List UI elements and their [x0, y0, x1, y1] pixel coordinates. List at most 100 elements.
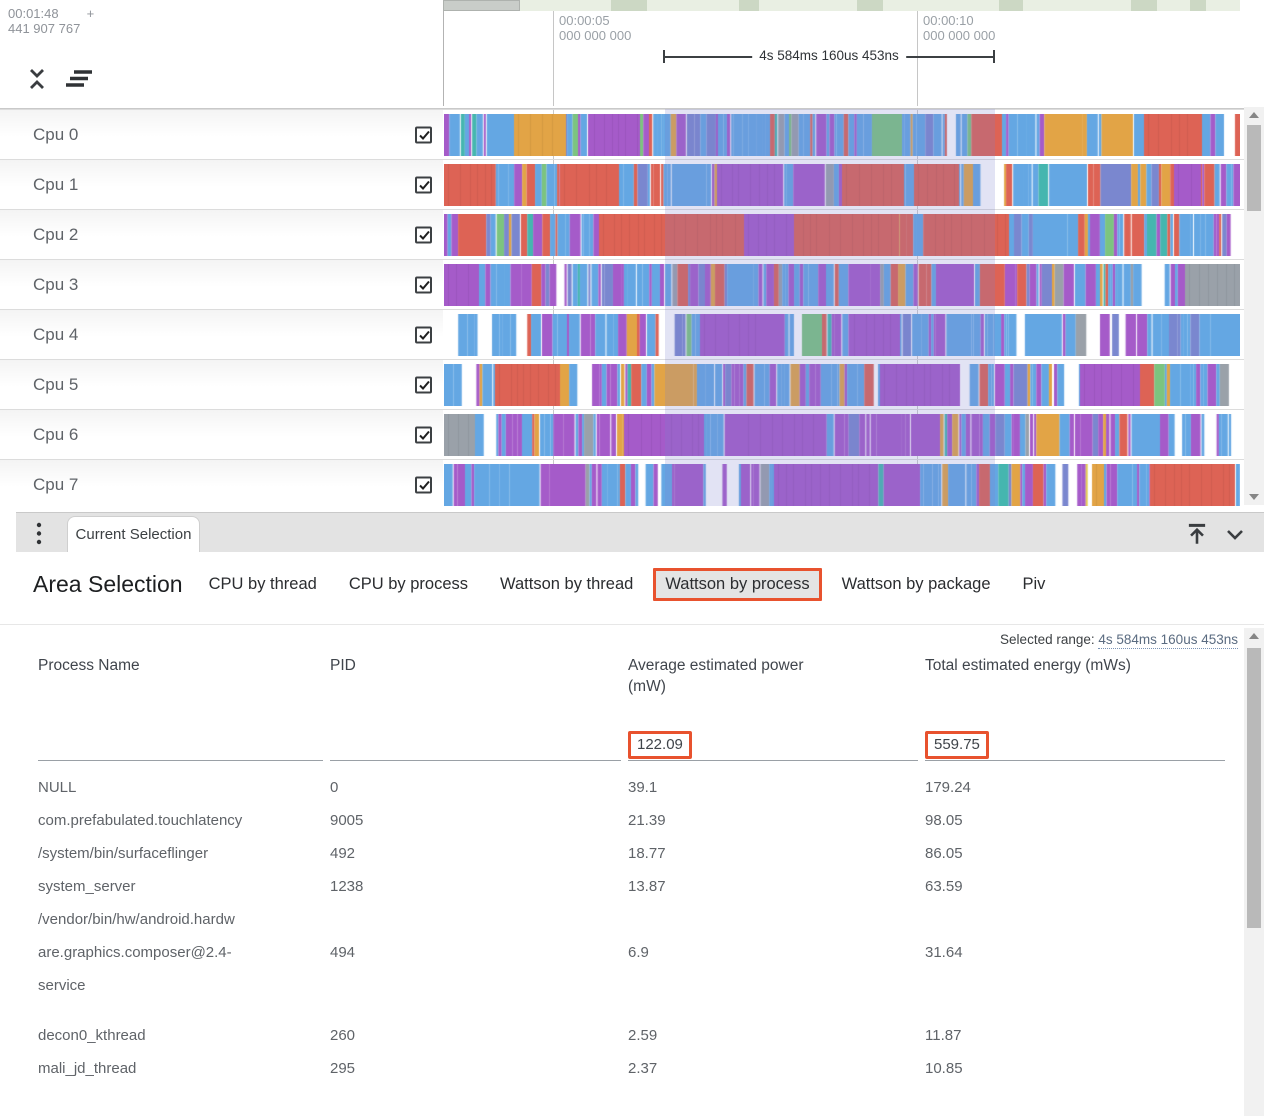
cpu-track-row[interactable]: Cpu 1	[0, 159, 1244, 209]
track-label-area[interactable]: Cpu 2	[0, 210, 443, 259]
track-checkbox[interactable]	[415, 176, 432, 193]
track-slices-canvas[interactable]	[444, 114, 1240, 156]
ruler-tick-label: 00:00:05 000 000 000	[559, 13, 631, 43]
track-label-area[interactable]: Cpu 0	[0, 110, 443, 159]
scrollbar-thumb[interactable]	[1247, 648, 1261, 928]
summary-cell	[330, 721, 621, 761]
track-slices-canvas[interactable]	[444, 214, 1240, 256]
cell-total-energy: 10.85	[925, 1052, 1225, 1085]
overview-density-segment	[1190, 0, 1206, 11]
cell-process-name: system_server	[38, 870, 323, 903]
cpu-track-row[interactable]: Cpu 3	[0, 259, 1244, 309]
track-checkbox[interactable]	[415, 276, 432, 293]
summary-cell: 559.75	[925, 721, 1225, 761]
track-label: Cpu 4	[33, 325, 78, 345]
track-label-area[interactable]: Cpu 6	[0, 410, 443, 459]
cell-avg-power: 21.39	[628, 804, 918, 837]
table-row: /system/bin/surfaceflinger49218.7786.05	[38, 837, 1244, 870]
table-row: NULL039.1179.24	[38, 771, 1244, 804]
chevron-down-icon[interactable]	[1222, 522, 1248, 551]
track-slices-canvas[interactable]	[444, 414, 1240, 456]
tab-wattson-by-thread[interactable]: Wattson by thread	[500, 575, 633, 594]
col-header: Average estimated power (mW)	[628, 655, 918, 697]
track-label: Cpu 3	[33, 275, 78, 295]
track-label-area[interactable]: Cpu 3	[0, 260, 443, 309]
selected-range: Selected range: 4s 584ms 160us 453ns	[1000, 632, 1238, 647]
cpu-track-row[interactable]: Cpu 0	[0, 109, 1244, 159]
origin-time: 00:01:48	[8, 6, 59, 21]
col-header: Total estimated energy (mWs)	[925, 655, 1225, 697]
track-label-area[interactable]: Cpu 7	[0, 460, 443, 509]
tab-current-selection[interactable]: Current Selection	[67, 516, 200, 553]
track-label-area[interactable]: Cpu 4	[0, 310, 443, 359]
track-label: Cpu 7	[33, 475, 78, 495]
ruler-tick-line	[553, 11, 554, 106]
track-slices-canvas[interactable]	[444, 314, 1240, 356]
cpu-track-row[interactable]: Cpu 7	[0, 459, 1244, 509]
scroll-up-arrow[interactable]	[1249, 633, 1259, 639]
scrollbar-thumb[interactable]	[1247, 125, 1261, 211]
track-checkbox[interactable]	[415, 376, 432, 393]
cell-avg-power: 39.1	[628, 771, 918, 804]
track-label-area[interactable]: Cpu 5	[0, 360, 443, 409]
tab-cpu-by-process[interactable]: CPU by process	[349, 575, 468, 594]
selected-range-label: Selected range:	[1000, 632, 1095, 647]
scroll-down-arrow[interactable]	[1249, 494, 1259, 500]
table-row: com.prefabulated.touchlatency900521.3998…	[38, 804, 1244, 837]
kebab-icon[interactable]	[36, 522, 42, 550]
summary-cell	[38, 721, 323, 761]
tab-piv[interactable]: Piv	[1023, 575, 1046, 594]
track-label: Cpu 1	[33, 175, 78, 195]
cell-pid: 260	[330, 1019, 621, 1052]
cell-process-name: NULL	[38, 771, 323, 804]
cell-process-name: /system/bin/surfaceflinger	[38, 837, 323, 870]
tracks-scrollbar[interactable]	[1244, 107, 1264, 505]
selected-range-link[interactable]: 4s 584ms 160us 453ns	[1098, 632, 1238, 649]
track-checkbox[interactable]	[415, 426, 432, 443]
scroll-up-arrow[interactable]	[1249, 112, 1259, 118]
cpu-track-row[interactable]: Cpu 6	[0, 409, 1244, 459]
track-slices-canvas[interactable]	[444, 464, 1240, 506]
track-checkbox[interactable]	[415, 476, 432, 493]
cell-total-energy: 31.64	[925, 936, 1225, 969]
track-checkbox[interactable]	[415, 126, 432, 143]
track-checkbox[interactable]	[415, 326, 432, 343]
summary-cell: 122.09	[628, 721, 918, 761]
timeline-overview[interactable]	[443, 0, 1240, 11]
cell-total-energy: 179.24	[925, 771, 1225, 804]
table-header-row: Process NamePIDAverage estimated power (…	[38, 655, 1244, 697]
track-area: Cpu 0 Cpu 1 Cpu 2 Cpu 3 Cpu 4 Cpu 5Cpu 6 Cpu 7	[0, 108, 1244, 505]
bottom-panel-tabstrip: Current Selection	[16, 512, 1264, 552]
track-slices-canvas[interactable]	[444, 164, 1240, 206]
track-slices-canvas[interactable]	[444, 264, 1240, 306]
vertical-align-top-icon[interactable]	[1184, 521, 1210, 552]
overview-density-segment	[999, 0, 1023, 11]
track-label: Cpu 0	[33, 125, 78, 145]
track-label-area[interactable]: Cpu 1	[0, 160, 443, 209]
tab-wattson-by-process[interactable]: Wattson by process	[653, 568, 821, 601]
overview-viewport-handle[interactable]	[443, 0, 520, 11]
panel-scrollbar[interactable]	[1244, 628, 1264, 1116]
track-checkbox[interactable]	[415, 226, 432, 243]
page-title: Area Selection	[33, 571, 183, 598]
cpu-track-row[interactable]: Cpu 4	[0, 309, 1244, 359]
cpu-track-row[interactable]: Cpu 5	[0, 359, 1244, 409]
unfold-less-icon[interactable]	[26, 66, 48, 92]
col-header: Process Name	[38, 655, 323, 697]
clear-all-icon[interactable]	[64, 68, 94, 90]
cell-pid: 492	[330, 837, 621, 870]
tab-wattson-by-package[interactable]: Wattson by package	[842, 575, 991, 594]
selection-duration-bracket: 4s 584ms 160us 453ns	[663, 50, 995, 64]
cell-total-energy: 86.05	[925, 837, 1225, 870]
cell-avg-power: 18.77	[628, 837, 918, 870]
cpu-track-row[interactable]: Cpu 2	[0, 209, 1244, 259]
bracket-left-tick	[663, 50, 665, 63]
table-row: /vendor/bin/hw/android.hardw are.graphic…	[38, 903, 1244, 1002]
cell-pid: 9005	[330, 804, 621, 837]
track-slices-canvas[interactable]	[444, 364, 1240, 406]
tab-cpu-by-thread[interactable]: CPU by thread	[209, 575, 317, 594]
cell-process-name: mali_jd_thread	[38, 1052, 323, 1085]
overview-density-segment	[857, 0, 883, 11]
timeline-origin-timestamp: 00:01:48 + 441 907 767	[8, 6, 94, 36]
cell-pid: 295	[330, 1052, 621, 1085]
